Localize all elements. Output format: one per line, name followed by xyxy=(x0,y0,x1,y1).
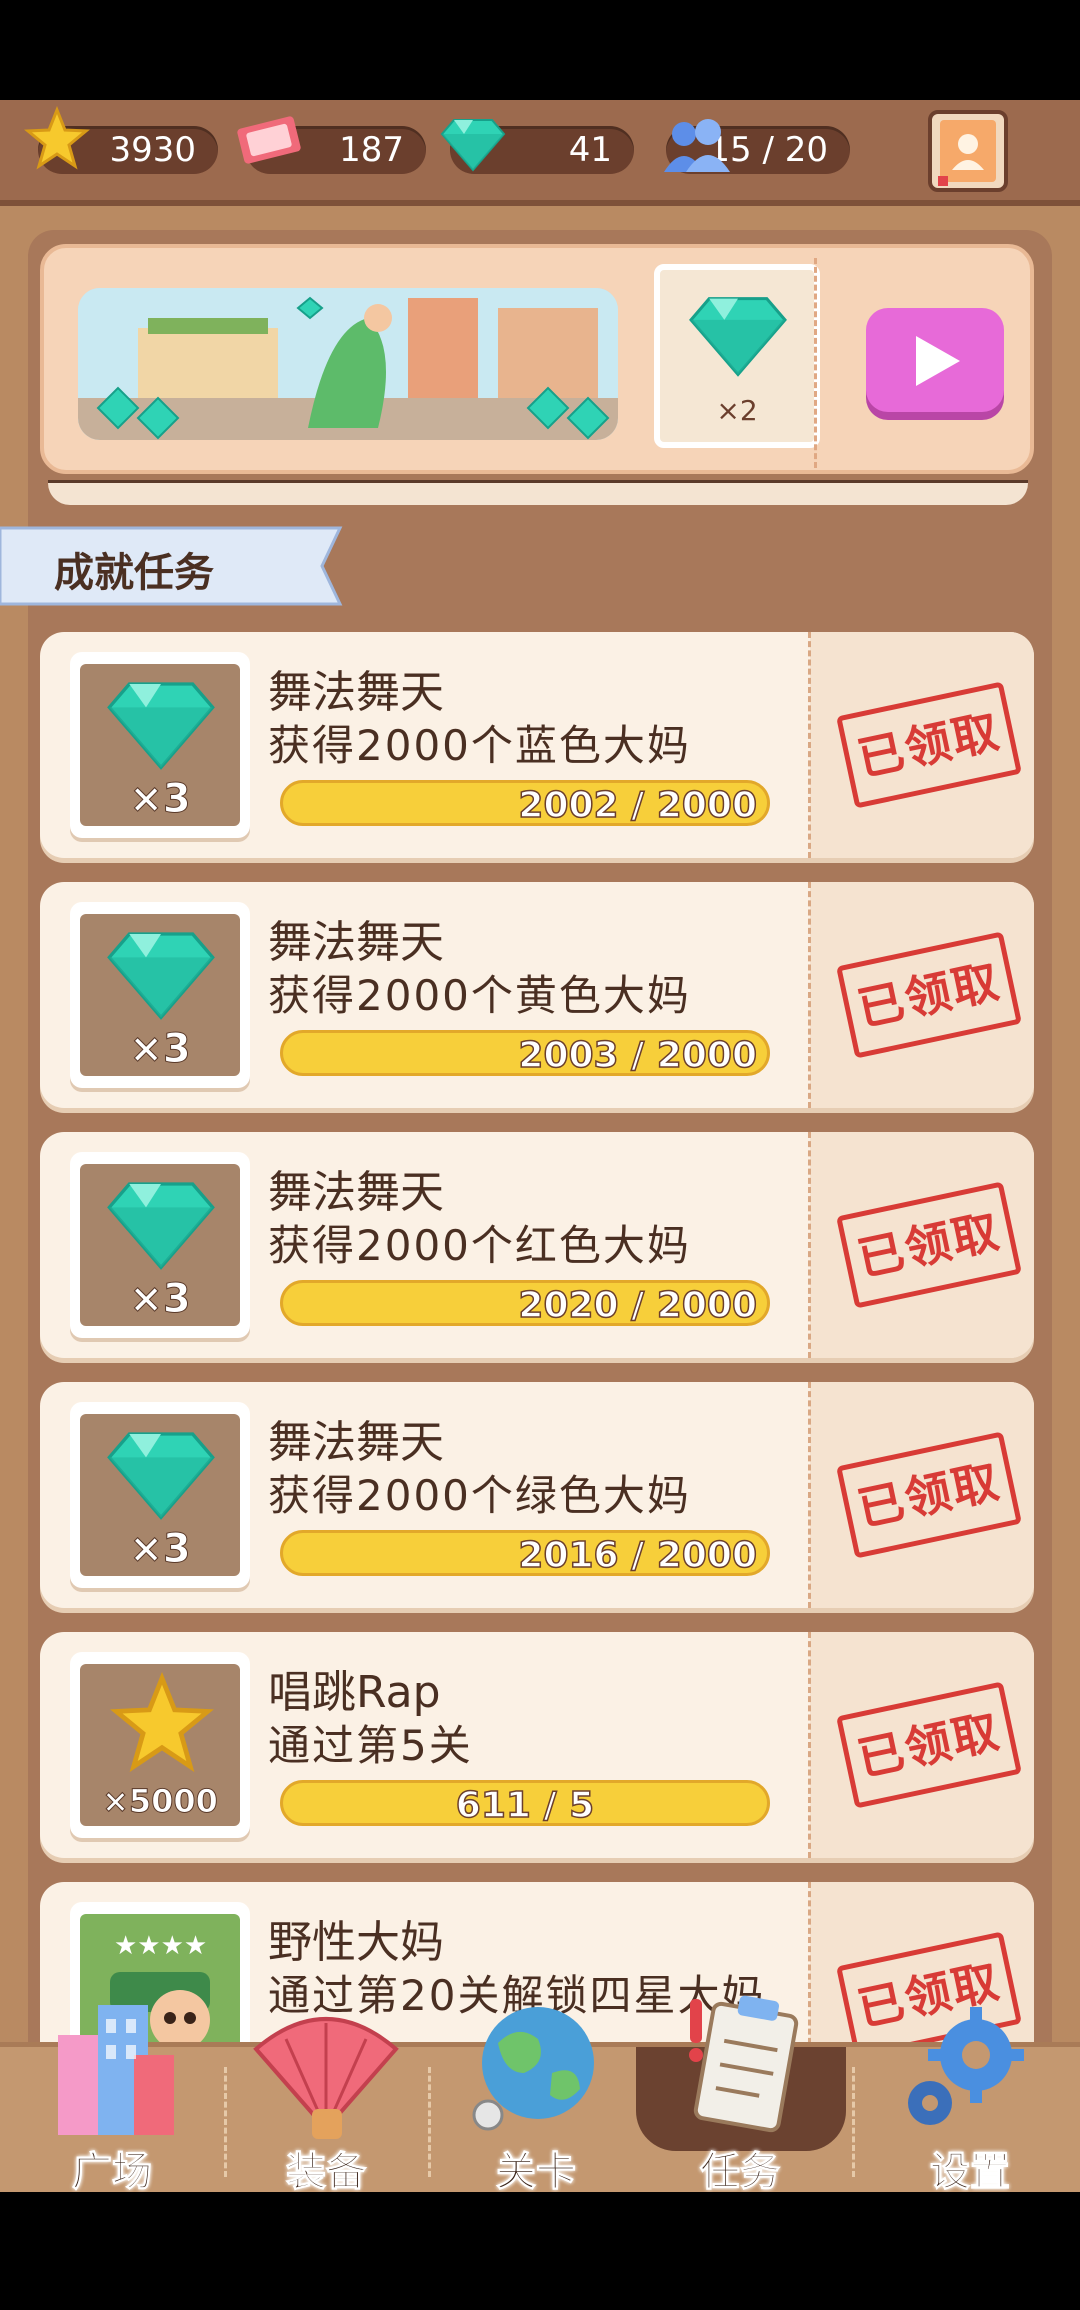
task-description: 获得2000个绿色大妈 xyxy=(268,1471,691,1520)
star-icon xyxy=(110,1672,214,1773)
gem-icon xyxy=(107,1432,215,1520)
resource-bar: 3930 187 41 15 / 20 xyxy=(0,100,1080,206)
reward-box: ×3 xyxy=(70,1402,250,1588)
reward-multiplier: ×3 xyxy=(129,1276,191,1323)
reward-box: ×3 xyxy=(70,902,250,1088)
profile-book-icon xyxy=(938,120,996,186)
task-description: 获得2000个蓝色大妈 xyxy=(268,721,691,770)
progress-bar: 611 / 5 xyxy=(280,1780,770,1827)
task-description: 获得2000个红色大妈 xyxy=(268,1221,691,1270)
gem-icon xyxy=(107,682,215,770)
clipboard-icon xyxy=(689,1995,799,2133)
reward-multiplier: ×3 xyxy=(129,1026,191,1073)
ad-reward-multiplier: ×2 xyxy=(716,394,758,427)
watch-video-button[interactable] xyxy=(866,308,1004,412)
task-card: ×3 舞法舞天 获得2000个绿色大妈 2016 / 2000 已领取 xyxy=(40,1382,1034,1608)
nav-item-plaza[interactable]: 广场 xyxy=(12,2005,212,2193)
gem-icon xyxy=(440,119,506,172)
nav-label: 关卡 xyxy=(496,2149,577,2193)
reward-box: ×3 xyxy=(70,652,250,838)
profile-button[interactable] xyxy=(928,110,1008,192)
nav-label: 装备 xyxy=(286,2149,367,2193)
task-title: 野性大妈 xyxy=(268,1917,444,1968)
progress-text: 2016 / 2000 xyxy=(518,1534,758,1577)
fan-icon xyxy=(253,2017,399,2139)
progress-text: 2002 / 2000 xyxy=(518,784,758,827)
star-icon xyxy=(24,106,90,170)
progress-bar: 2003 / 2000 xyxy=(280,1030,770,1077)
progress-bar: 2020 / 2000 xyxy=(280,1280,770,1327)
progress-text: 611 / 5 xyxy=(455,1784,595,1827)
task-title: 唱跳Rap xyxy=(268,1667,441,1718)
nav-item-tasks[interactable]: 任务 xyxy=(640,1995,840,2193)
task-title: 舞法舞天 xyxy=(268,667,444,718)
reward-multiplier: ×5000 xyxy=(102,1782,219,1821)
task-card: ×3 舞法舞天 获得2000个红色大妈 2020 / 2000 已领取 xyxy=(40,1132,1034,1358)
section-title: 成就任务 xyxy=(54,550,214,596)
game-screen: 3930 187 41 15 / 20 ×2 成就任务 ×3 舞法舞天 获得20… xyxy=(0,100,1080,2192)
reward-multiplier: ×3 xyxy=(129,776,191,823)
gem-icon xyxy=(107,932,215,1020)
task-card: ×3 舞法舞天 获得2000个黄色大妈 2003 / 2000 已领取 xyxy=(40,882,1034,1108)
gem-icon xyxy=(107,1182,215,1270)
ticket-icon xyxy=(237,116,301,164)
play-icon xyxy=(916,336,960,386)
nav-label: 任务 xyxy=(700,2149,781,2193)
card-shelf xyxy=(48,480,1028,505)
task-title: 舞法舞天 xyxy=(268,917,444,968)
nav-label: 广场 xyxy=(72,2149,153,2193)
task-description: 通过第5关 xyxy=(268,1721,473,1770)
video-reward-card: ×2 xyxy=(40,244,1034,474)
gear-icon xyxy=(908,2007,1024,2125)
task-card: ×3 舞法舞天 获得2000个蓝色大妈 2002 / 2000 已领取 xyxy=(40,632,1034,858)
task-title: 舞法舞天 xyxy=(268,1167,444,1218)
progress-bar: 2016 / 2000 xyxy=(280,1530,770,1577)
friends-icon xyxy=(664,119,730,172)
task-title: 舞法舞天 xyxy=(268,1417,444,1468)
nav-item-settings[interactable]: 设置 xyxy=(870,2007,1070,2193)
reward-box: ×3 xyxy=(70,1152,250,1338)
buildings-icon xyxy=(58,2005,174,2135)
globe-icon xyxy=(472,2007,594,2131)
reward-box: ×5000 xyxy=(70,1652,250,1838)
svg-text:★★★★: ★★★★ xyxy=(114,1931,207,1961)
gem-icon xyxy=(689,297,787,377)
progress-bar: 2002 / 2000 xyxy=(280,780,770,827)
ad-scene-image xyxy=(78,288,618,440)
section-ribbon: 成就任务 xyxy=(0,522,360,610)
nav-label: 设置 xyxy=(930,2149,1011,2193)
bottom-nav: 广场 装备 关卡 任务 设置 xyxy=(0,1995,1080,2193)
progress-text: 2003 / 2000 xyxy=(518,1034,758,1077)
task-card: ×5000 唱跳Rap 通过第5关 611 / 5 已领取 xyxy=(40,1632,1034,1858)
ad-reward-box: ×2 xyxy=(654,264,820,448)
progress-text: 2020 / 2000 xyxy=(518,1284,758,1327)
reward-multiplier: ×3 xyxy=(129,1526,191,1573)
task-description: 获得2000个黄色大妈 xyxy=(268,971,691,1020)
nav-item-levels[interactable]: 关卡 xyxy=(436,2007,636,2193)
nav-item-equipment[interactable]: 装备 xyxy=(226,2017,426,2193)
